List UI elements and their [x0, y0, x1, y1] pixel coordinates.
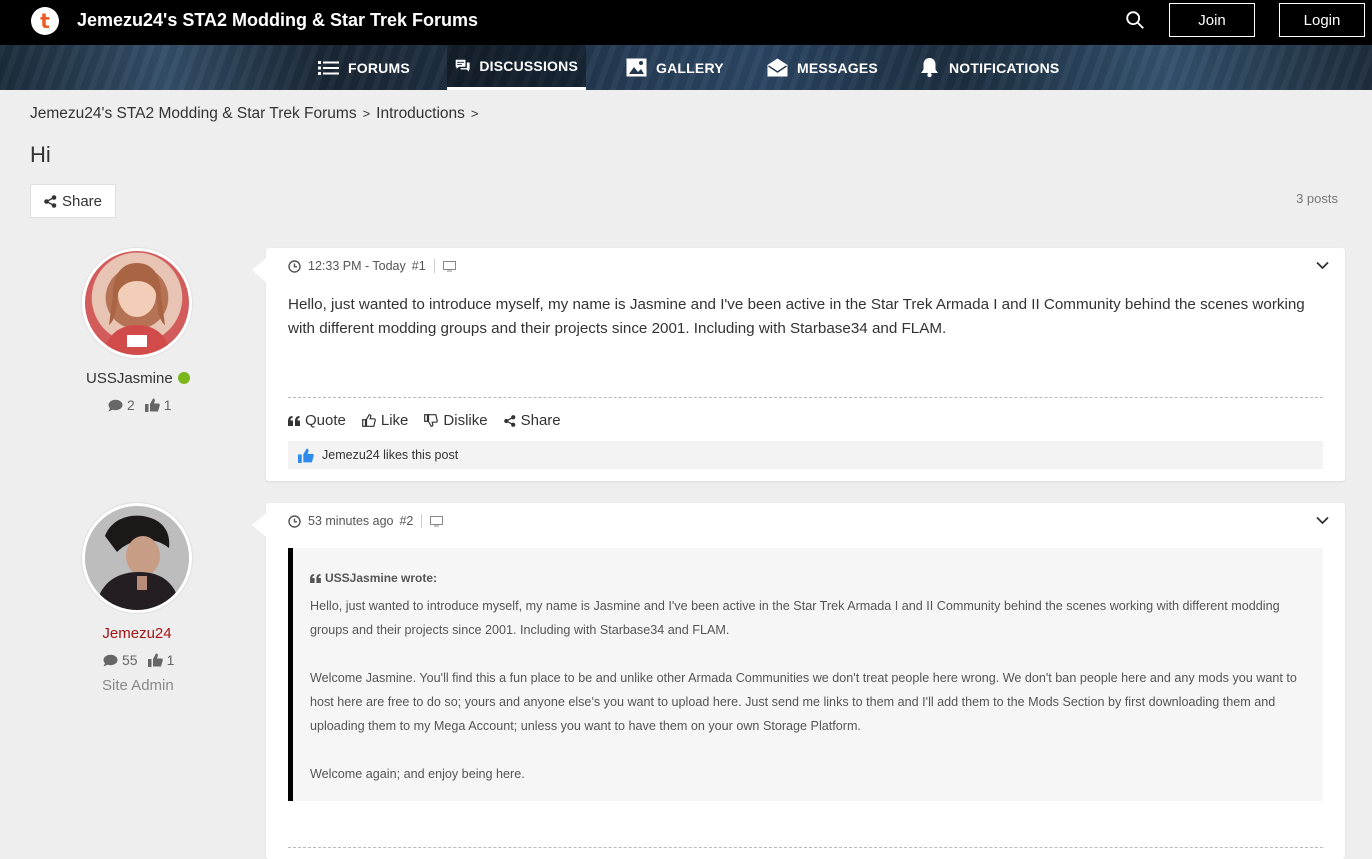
quote-icon [288, 415, 300, 426]
page-title: Hi [30, 142, 51, 167]
share-post-label: Share [520, 412, 561, 429]
share-topic-label: Share [61, 192, 103, 210]
post-card-1: 12:33 PM - Today #1 Hello, just wanted t… [252, 248, 1345, 481]
nav-forums-label: FORUMS [348, 59, 410, 76]
clock-icon [288, 259, 301, 273]
likes-text[interactable]: Jemezu24 likes this post [322, 448, 458, 462]
main-nav: FORUMS DISCUSSIONS GALLERY MESSAGES NOTI… [0, 45, 1372, 90]
author-stats: 55 1 [103, 652, 174, 668]
login-button[interactable]: Login [1279, 3, 1365, 37]
online-indicator [177, 372, 190, 384]
thumbs-down-outline-icon [424, 414, 439, 427]
quote-button[interactable]: Quote [288, 412, 346, 429]
avatar-ussjasmine[interactable] [82, 248, 192, 358]
breadcrumb-separator: > [362, 106, 371, 121]
site-logo[interactable]: t [31, 7, 59, 35]
avatar-image [103, 263, 171, 355]
author-name-text: Jemezu24 [102, 625, 172, 642]
nav-messages-label: MESSAGES [797, 59, 878, 76]
post-body: Hello, just wanted to introduce myself, … [288, 296, 1305, 337]
post-divider [288, 847, 1323, 848]
image-icon [626, 58, 647, 77]
nav-notifications-label: NOTIFICATIONS [949, 59, 1060, 76]
post-meta: 53 minutes ago #2 [288, 514, 444, 528]
avatar-jemezu24[interactable] [82, 503, 192, 613]
logo-letter: t [40, 9, 50, 33]
breadcrumb: Jemezu24's STA2 Modding & Star Trek Foru… [30, 105, 485, 123]
reply-paragraph: Welcome again; and enjoy being here. [310, 767, 525, 781]
envelope-icon [767, 58, 788, 77]
chevron-down-icon[interactable] [1316, 261, 1329, 270]
post-meta: 12:33 PM - Today #1 [288, 259, 456, 273]
thumbs-up-filled-icon [298, 448, 314, 463]
nav-discussions-label: DISCUSSIONS [479, 58, 578, 74]
nav-gallery-label: GALLERY [656, 59, 724, 76]
post-number[interactable]: #1 [412, 259, 426, 273]
author-like-count: 1 [163, 397, 172, 413]
quote-author: USSJasmine wrote: [325, 571, 438, 585]
nav-notifications[interactable]: NOTIFICATIONS [919, 45, 1059, 90]
quoted-text: Hello, just wanted to introduce myself, … [310, 599, 1280, 637]
avatar-image [85, 506, 189, 610]
breadcrumb-home[interactable]: Jemezu24's STA2 Modding & Star Trek Foru… [30, 105, 357, 122]
post-actions: Quote Like Dislike Share [288, 412, 561, 429]
author-name-ussjasmine[interactable]: USSJasmine [86, 370, 190, 387]
dislike-button[interactable]: Dislike [424, 412, 488, 429]
thumbs-up-outline-icon [361, 414, 376, 427]
dislike-label: Dislike [443, 412, 488, 429]
list-icon [318, 60, 339, 75]
thumbs-up-icon [144, 398, 160, 412]
share-icon [503, 414, 515, 427]
share-icon [44, 194, 57, 208]
post-time[interactable]: 12:33 PM - Today [308, 259, 406, 273]
share-topic-button[interactable]: Share [30, 184, 116, 218]
author-post-count: 55 [122, 652, 138, 668]
quote-block: USSJasmine wrote: Hello, just wanted to … [288, 548, 1323, 801]
post-count: 3 posts [1296, 191, 1338, 206]
author-post-count: 2 [127, 397, 135, 413]
search-icon[interactable] [1124, 9, 1146, 31]
desktop-icon [442, 260, 456, 271]
bell-icon [921, 58, 938, 78]
author-name-jemezu24[interactable]: Jemezu24 [82, 625, 192, 642]
like-label: Like [380, 412, 409, 429]
post-divider [288, 397, 1323, 398]
breadcrumb-separator: > [470, 106, 479, 121]
quote-header: USSJasmine wrote: [310, 566, 1305, 590]
desktop-icon [430, 515, 444, 526]
chat-icon [455, 59, 470, 72]
reply-paragraph: Welcome Jasmine. You'll find this a fun … [310, 671, 1297, 733]
share-post-button[interactable]: Share [503, 412, 561, 429]
meta-divider [433, 259, 435, 273]
author-like-count: 1 [166, 652, 175, 668]
author-role: Site Admin [102, 677, 174, 694]
comment-icon [108, 399, 123, 411]
post-number[interactable]: #2 [399, 514, 413, 528]
thumbs-up-icon [147, 653, 163, 667]
quote-label: Quote [305, 412, 346, 429]
author-stats: 2 1 [108, 397, 172, 413]
clock-icon [288, 514, 301, 528]
nav-forums[interactable]: FORUMS [318, 45, 410, 90]
top-bar: t Jemezu24's STA2 Modding & Star Trek Fo… [0, 0, 1372, 45]
site-title[interactable]: Jemezu24's STA2 Modding & Star Trek Foru… [77, 10, 478, 31]
nav-messages[interactable]: MESSAGES [767, 45, 878, 90]
breadcrumb-introductions[interactable]: Introductions [376, 105, 465, 122]
nav-gallery[interactable]: GALLERY [626, 45, 724, 90]
author-name-text: USSJasmine [86, 370, 173, 387]
post-card-2: 53 minutes ago #2 USSJasmine wrote: Hell… [252, 503, 1345, 859]
comment-icon [103, 654, 118, 666]
chevron-down-icon[interactable] [1316, 516, 1329, 525]
meta-divider [421, 514, 423, 528]
post-time[interactable]: 53 minutes ago [308, 514, 393, 528]
nav-discussions[interactable]: DISCUSSIONS [447, 45, 586, 90]
join-button[interactable]: Join [1169, 3, 1255, 37]
like-button[interactable]: Like [361, 412, 409, 429]
quote-icon [310, 573, 321, 583]
likes-summary: Jemezu24 likes this post [288, 441, 1323, 469]
